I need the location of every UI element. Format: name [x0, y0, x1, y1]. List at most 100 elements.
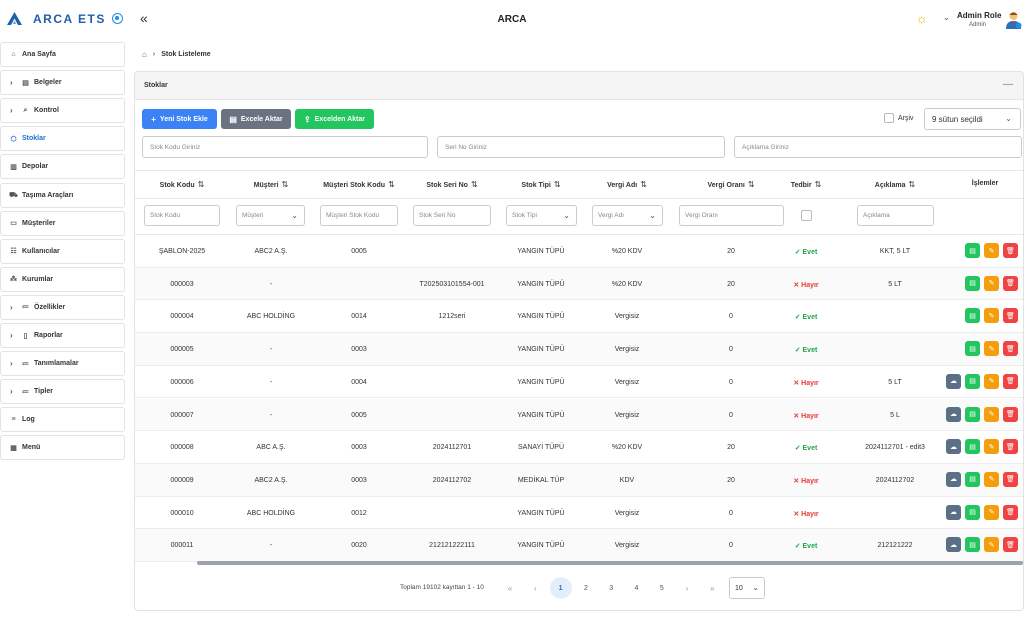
radio-dot-icon[interactable]	[112, 13, 123, 24]
cloud-upload-icon[interactable]: ☁	[946, 471, 961, 487]
logo[interactable]: ARCA ETS	[6, 11, 106, 26]
column-header-0[interactable]: Stok Kodu ⇅	[160, 180, 205, 189]
user-avatar-icon[interactable]	[1005, 10, 1022, 29]
sidebar-item-4[interactable]: ▥ Depolar	[0, 154, 125, 180]
col-filter-type[interactable]: Stok Tipi ⌄	[506, 205, 577, 226]
column-header-3[interactable]: Stok Seri No ⇅	[426, 180, 477, 189]
document-icon[interactable]: ▤	[965, 341, 980, 357]
sun-icon[interactable]: ☼	[916, 11, 928, 26]
first-page-icon[interactable]: «	[499, 577, 521, 599]
document-icon[interactable]: ▤	[965, 471, 980, 487]
horizontal-scrollbar[interactable]	[197, 561, 1023, 565]
sort-icon[interactable]: ⇅	[554, 180, 561, 189]
column-header-4[interactable]: Stok Tipi ⇅	[521, 180, 560, 189]
sort-icon[interactable]: ⇅	[198, 180, 205, 189]
edit-icon[interactable]: ✎	[984, 308, 999, 324]
edit-icon[interactable]: ✎	[984, 373, 999, 389]
edit-icon[interactable]: ✎	[984, 537, 999, 553]
column-select[interactable]: 9 sütun seçildi ⌄	[924, 108, 1021, 130]
sidebar-item-13[interactable]: ≡ Log	[0, 407, 125, 433]
document-icon[interactable]: ▤	[965, 537, 980, 553]
sidebar-item-6[interactable]: ▭ Müşteriler	[0, 210, 125, 236]
document-icon[interactable]: ▤	[965, 373, 980, 389]
column-header-1[interactable]: Müşteri ⇅	[254, 180, 289, 189]
col-filter-description[interactable]	[857, 205, 934, 226]
col-filter-tedbir-checkbox[interactable]	[801, 210, 812, 221]
trash-icon[interactable]: 🗑	[1003, 406, 1018, 422]
document-icon[interactable]: ▤	[965, 243, 980, 258]
trash-icon[interactable]: 🗑	[1003, 373, 1018, 389]
sidebar-item-14[interactable]: ▦ Menü	[0, 435, 125, 461]
edit-icon[interactable]: ✎	[984, 504, 999, 520]
sidebar-item-12[interactable]: › ≔ Tipler	[0, 379, 125, 405]
document-icon[interactable]: ▤	[965, 275, 980, 291]
sort-icon[interactable]: ⇅	[471, 180, 478, 189]
document-icon[interactable]: ▤	[965, 308, 980, 324]
page-button[interactable]: 5	[651, 577, 673, 599]
minimize-icon[interactable]: —	[1003, 79, 1013, 90]
cloud-upload-icon[interactable]: ☁	[946, 373, 961, 389]
stock-code-filter[interactable]	[142, 136, 428, 158]
sidebar-item-5[interactable]: ⛟ Taşıma Araçları	[0, 182, 125, 208]
col-filter-stock-code[interactable]	[144, 205, 220, 226]
sort-icon[interactable]: ⇅	[640, 180, 647, 189]
page-button[interactable]: 3	[600, 577, 622, 599]
edit-icon[interactable]: ✎	[984, 406, 999, 422]
col-filter-serial[interactable]	[413, 205, 491, 226]
sidebar-item-10[interactable]: › ▯ Raporlar	[0, 323, 125, 348]
column-header-7[interactable]: Tedbir ⇅	[791, 180, 822, 189]
sidebar-item-7[interactable]: ☷ Kullanıcılar	[0, 238, 125, 264]
add-stock-button[interactable]: + Yeni Stok Ekle	[142, 109, 217, 129]
trash-icon[interactable]: 🗑	[1003, 243, 1018, 258]
column-header-6[interactable]: Vergi Oranı ⇅	[707, 180, 754, 189]
sort-icon[interactable]: ⇅	[282, 180, 289, 189]
sidebar-item-9[interactable]: › ≔ Özellikler	[0, 294, 125, 320]
edit-icon[interactable]: ✎	[984, 439, 999, 455]
trash-icon[interactable]: 🗑	[1003, 537, 1018, 553]
serial-filter[interactable]	[437, 136, 725, 158]
page-button[interactable]: 4	[626, 577, 648, 599]
sort-icon[interactable]: ⇅	[748, 180, 755, 189]
page-button[interactable]: 1	[549, 577, 572, 599]
prev-page-icon[interactable]: ‹	[524, 577, 546, 599]
trash-icon[interactable]: 🗑	[1003, 341, 1018, 357]
archive-checkbox[interactable]	[884, 113, 894, 123]
user-name[interactable]: Admin Role	[957, 11, 1001, 20]
description-filter[interactable]	[734, 136, 1022, 158]
sort-icon[interactable]: ⇅	[388, 180, 395, 189]
sidebar-item-0[interactable]: ⌂ Ana Sayfa	[0, 42, 125, 67]
col-filter-tax-name[interactable]: Vergi Adı ⌄	[592, 205, 663, 226]
sidebar-item-2[interactable]: › ⌕ Kontrol	[0, 98, 125, 124]
column-header-2[interactable]: Müşteri Stok Kodu ⇅	[323, 180, 395, 189]
sidebar-item-1[interactable]: › ▤ Belgeler	[0, 70, 125, 96]
sidebar-item-11[interactable]: › ≔ Tanımlamalar	[0, 351, 125, 377]
column-header-5[interactable]: Vergi Adı ⇅	[607, 180, 647, 189]
trash-icon[interactable]: 🗑	[1003, 471, 1018, 487]
edit-icon[interactable]: ✎	[984, 471, 999, 487]
cloud-upload-icon[interactable]: ☁	[946, 504, 961, 520]
per-page-select[interactable]: 10 ⌄	[729, 577, 765, 599]
cloud-upload-icon[interactable]: ☁	[946, 439, 961, 455]
trash-icon[interactable]: 🗑	[1003, 439, 1018, 455]
column-header-8[interactable]: Açıklama ⇅	[875, 180, 915, 189]
double-chevron-left-icon[interactable]: «	[140, 10, 148, 26]
document-icon[interactable]: ▤	[965, 406, 980, 422]
document-icon[interactable]: ▤	[965, 504, 980, 520]
sort-icon[interactable]: ⇅	[909, 180, 916, 189]
import-excel-button[interactable]: ⇪ Excelden Aktar	[295, 109, 374, 129]
sort-icon[interactable]: ⇅	[815, 180, 822, 189]
cloud-upload-icon[interactable]: ☁	[946, 537, 961, 553]
page-button[interactable]: 2	[575, 577, 597, 599]
col-filter-customer[interactable]: Müşteri ⌄	[236, 205, 305, 226]
trash-icon[interactable]: 🗑	[1003, 504, 1018, 520]
cloud-upload-icon[interactable]: ☁	[946, 406, 961, 422]
sidebar-item-8[interactable]: ⁂ Kurumlar	[0, 266, 125, 292]
col-filter-customer-code[interactable]	[320, 205, 398, 226]
home-icon[interactable]: ⌂	[142, 50, 147, 59]
col-filter-tax-rate[interactable]	[679, 205, 784, 226]
chevron-down-icon[interactable]: ⌄	[943, 13, 950, 22]
sidebar-item-3[interactable]: ⬡ Stoklar	[0, 126, 125, 152]
export-excel-button[interactable]: ▤ Excele Aktar	[221, 109, 291, 129]
trash-icon[interactable]: 🗑	[1003, 275, 1018, 291]
next-page-icon[interactable]: ›	[676, 577, 698, 599]
